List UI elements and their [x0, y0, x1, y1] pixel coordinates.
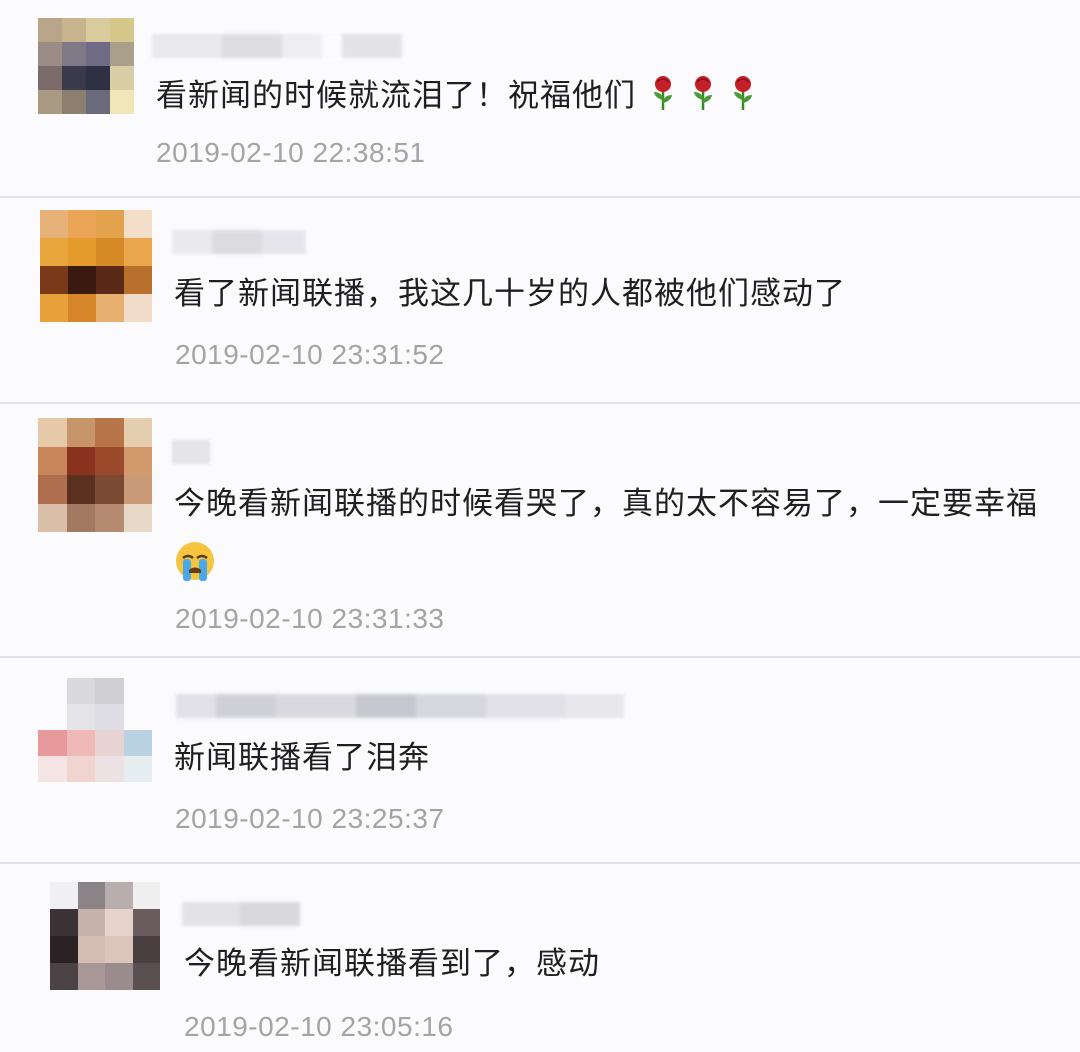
timestamp: 2019-02-10 23:31:52 — [175, 339, 445, 370]
avatar[interactable] — [40, 210, 152, 322]
rose-icon — [654, 76, 672, 110]
timestamp: 2019-02-10 23:05:16 — [184, 1011, 454, 1042]
comment-item: 看了新闻联播，我这几十岁的人都被他们感动了 2019-02-10 23:31:5… — [0, 198, 1080, 402]
comment-item: 新闻联播看了泪奔 2019-02-10 23:25:37 — [0, 658, 1080, 862]
timestamp: 2019-02-10 23:31:33 — [175, 603, 445, 634]
rose-icon — [734, 76, 752, 110]
comment-text: 看了新闻联播，我这几十岁的人都被他们感动了 — [174, 276, 846, 312]
comment-item: 今晚看新闻联播的时候看哭了，真的太不容易了，一定要幸福 2019-02-10 2… — [0, 404, 1080, 656]
comment-text: 今晚看新闻联播的时候看哭了，真的太不容易了，一定要幸福 — [174, 486, 1038, 522]
avatar[interactable] — [50, 882, 160, 990]
rose-icon — [694, 76, 712, 110]
timestamp: 2019-02-10 22:38:51 — [156, 137, 426, 168]
username-blurred[interactable] — [182, 902, 300, 926]
timestamp: 2019-02-10 23:25:37 — [175, 803, 445, 834]
username-blurred[interactable] — [172, 440, 210, 464]
avatar[interactable] — [38, 18, 134, 114]
username-blurred[interactable] — [152, 34, 402, 58]
username-blurred[interactable] — [172, 230, 306, 254]
comment-item: 今晚看新闻联播看到了，感动 2019-02-10 23:05:16 — [0, 864, 1080, 1052]
comment-text: 看新闻的时候就流泪了！祝福他们 — [156, 76, 756, 116]
comment-item: 看新闻的时候就流泪了！祝福他们 2019-02-10 22:38:51 — [0, 0, 1080, 196]
comment-text: 新闻联播看了泪奔 — [174, 740, 430, 776]
username-blurred[interactable] — [176, 694, 624, 718]
avatar[interactable] — [38, 678, 152, 782]
avatar[interactable] — [38, 418, 152, 532]
crying-face-emoji — [176, 542, 214, 581]
comment-text: 今晚看新闻联播看到了，感动 — [184, 946, 600, 982]
